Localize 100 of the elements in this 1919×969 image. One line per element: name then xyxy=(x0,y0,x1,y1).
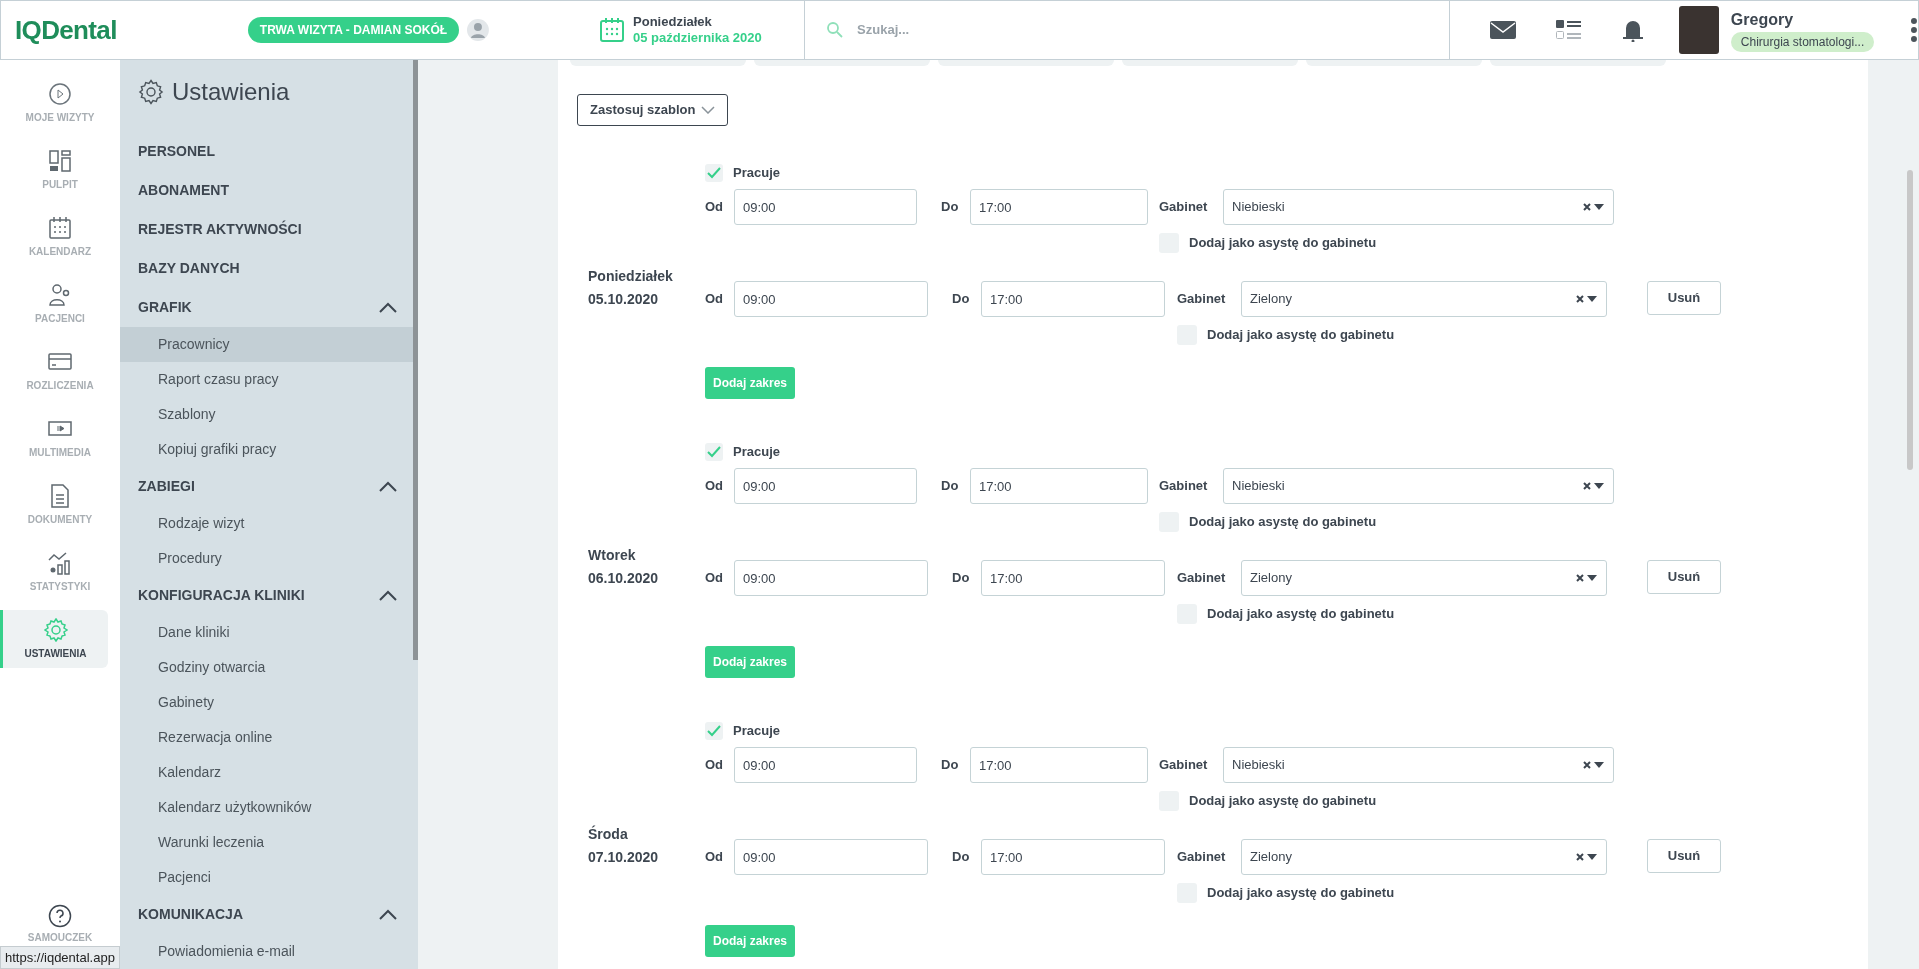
time-field[interactable]: 17:00 xyxy=(970,189,1148,225)
day-name: Poniedziałek xyxy=(588,266,674,286)
time-field[interactable]: 09:00 xyxy=(734,189,917,225)
search-field[interactable]: Szukaj... xyxy=(857,20,1358,40)
settings-section[interactable]: GRAFIK xyxy=(120,288,413,327)
field-label: Gabinet xyxy=(1177,848,1227,867)
time-field[interactable]: 17:00 xyxy=(970,468,1148,504)
settings-item[interactable]: Rezerwacja online xyxy=(120,720,413,755)
checkbox-label: Pracuje xyxy=(733,722,780,741)
settings-item[interactable]: Kalendarz użytkowników xyxy=(120,790,413,825)
room-select[interactable]: Niebieski xyxy=(1223,468,1614,504)
chart-icon xyxy=(48,550,72,575)
clear-dropdown-icon xyxy=(1583,760,1605,770)
chevron-up-icon xyxy=(378,480,398,493)
checkbox-label: Pracuje xyxy=(733,443,780,462)
settings-item[interactable]: Rodzaje wizyt xyxy=(120,506,413,541)
field-label: Od xyxy=(705,756,725,774)
field-label: Gabinet xyxy=(1159,477,1209,496)
time-field[interactable]: 09:00 xyxy=(734,747,917,783)
clear-dropdown-icon xyxy=(1583,202,1605,212)
document-icon xyxy=(48,483,72,508)
checkbox-label: Dodaj jako asystę do gabinetu xyxy=(1189,513,1377,532)
day-date: 05.10.2020 xyxy=(588,289,660,309)
clear-dropdown-icon xyxy=(1583,481,1605,491)
checkbox-label: Dodaj jako asystę do gabinetu xyxy=(1207,884,1395,903)
time-field[interactable]: 09:00 xyxy=(734,468,917,504)
time-field[interactable]: 09:00 xyxy=(734,560,928,596)
settings-item[interactable]: Kalendarz xyxy=(120,755,413,790)
chevron-up-icon xyxy=(378,589,398,602)
nav-item[interactable]: USTAWIENIA xyxy=(0,610,108,668)
user-role-badge: Chirurgia stomatologi... xyxy=(1730,32,1875,52)
field-label: Gabinet xyxy=(1177,290,1227,309)
settings-item[interactable]: Szablony xyxy=(120,397,413,432)
settings-icon xyxy=(43,617,68,642)
room-select[interactable]: Niebieski xyxy=(1223,189,1614,225)
day-name: Wtorek xyxy=(588,545,637,565)
field-label: Od xyxy=(705,198,725,216)
chevron-down-icon xyxy=(701,106,716,114)
field-label: Gabinet xyxy=(1177,569,1227,588)
settings-section[interactable]: ZABIEGI xyxy=(120,467,413,506)
time-field[interactable]: 17:00 xyxy=(981,281,1165,317)
remove-button[interactable]: Usuń xyxy=(1647,281,1721,315)
field-label: Do xyxy=(941,756,960,774)
checkbox[interactable] xyxy=(705,443,723,461)
settings-section[interactable]: KONFIGURACJA KLINIKI xyxy=(120,576,413,615)
settings-item[interactable]: Raport czasu pracy xyxy=(120,362,413,397)
remove-button[interactable]: Usuń xyxy=(1647,560,1721,594)
mail-icon xyxy=(1490,21,1517,39)
day-date: 07.10.2020 xyxy=(588,847,660,867)
field-label: Do xyxy=(952,569,971,587)
checkbox[interactable] xyxy=(705,164,723,182)
settings-section[interactable]: REJESTR AKTYWNOŚCI xyxy=(120,210,413,249)
settings-item[interactable]: Pracownicy xyxy=(120,327,413,362)
app-logo: IQDental xyxy=(15,13,118,47)
field-label: Od xyxy=(705,477,725,495)
list-icon xyxy=(1556,20,1583,40)
room-select[interactable]: Zielony xyxy=(1241,281,1607,317)
settings-item[interactable]: Dane kliniki xyxy=(120,615,413,650)
room-select[interactable]: Zielony xyxy=(1241,839,1607,875)
time-field[interactable]: 09:00 xyxy=(734,281,928,317)
remove-button[interactable]: Usuń xyxy=(1647,839,1721,873)
settings-item[interactable]: Powiadomienia e-mail xyxy=(120,934,413,969)
field-label: Do xyxy=(952,848,971,866)
settings-section[interactable]: PERSONEL xyxy=(120,132,413,171)
time-field[interactable]: 17:00 xyxy=(981,560,1165,596)
bell-icon xyxy=(1622,18,1645,42)
room-select[interactable]: Zielony xyxy=(1241,560,1607,596)
status-url: https://iqdental.app xyxy=(0,945,120,969)
field-label: Od xyxy=(705,290,725,308)
avatar-icon xyxy=(467,19,490,41)
settings-icon xyxy=(138,79,164,105)
chevron-up-icon xyxy=(378,301,398,314)
settings-item[interactable]: Pacjenci xyxy=(120,860,413,895)
time-field[interactable]: 17:00 xyxy=(970,747,1148,783)
settings-item[interactable]: Kopiuj grafiki pracy xyxy=(120,432,413,467)
room-select[interactable]: Niebieski xyxy=(1223,747,1614,783)
settings-item[interactable]: Godziny otwarcia xyxy=(120,650,413,685)
clear-dropdown-icon xyxy=(1576,852,1598,862)
settings-section[interactable]: ABONAMENT xyxy=(120,171,413,210)
chevron-up-icon xyxy=(378,908,398,921)
template-dropdown[interactable]: Zastosuj szablon xyxy=(577,94,729,126)
field-label: Od xyxy=(705,848,725,866)
field-label: Do xyxy=(941,198,960,216)
checkbox-label: Dodaj jako asystę do gabinetu xyxy=(1207,605,1395,624)
checkbox-label: Dodaj jako asystę do gabinetu xyxy=(1207,326,1395,345)
checkbox-label: Dodaj jako asystę do gabinetu xyxy=(1189,234,1377,253)
search-icon xyxy=(827,22,844,38)
settings-item[interactable]: Procedury xyxy=(120,541,413,576)
visit-status-badge: TRWA WIZYTA - DAMIAN SOKÓŁ xyxy=(247,17,460,43)
panel-title: Ustawienia xyxy=(172,77,290,107)
settings-section[interactable]: KOMUNIKACJA xyxy=(120,895,413,934)
time-field[interactable]: 09:00 xyxy=(734,839,928,875)
checkbox-label: Pracuje xyxy=(733,164,780,183)
time-field[interactable]: 17:00 xyxy=(981,839,1165,875)
clear-dropdown-icon xyxy=(1576,294,1598,304)
checkbox[interactable] xyxy=(705,722,723,740)
settings-section[interactable]: BAZY DANYCH xyxy=(120,249,413,288)
settings-item[interactable]: Gabinety xyxy=(120,685,413,720)
date-text: 05 października 2020 xyxy=(633,30,762,47)
settings-item[interactable]: Warunki leczenia xyxy=(120,825,413,860)
